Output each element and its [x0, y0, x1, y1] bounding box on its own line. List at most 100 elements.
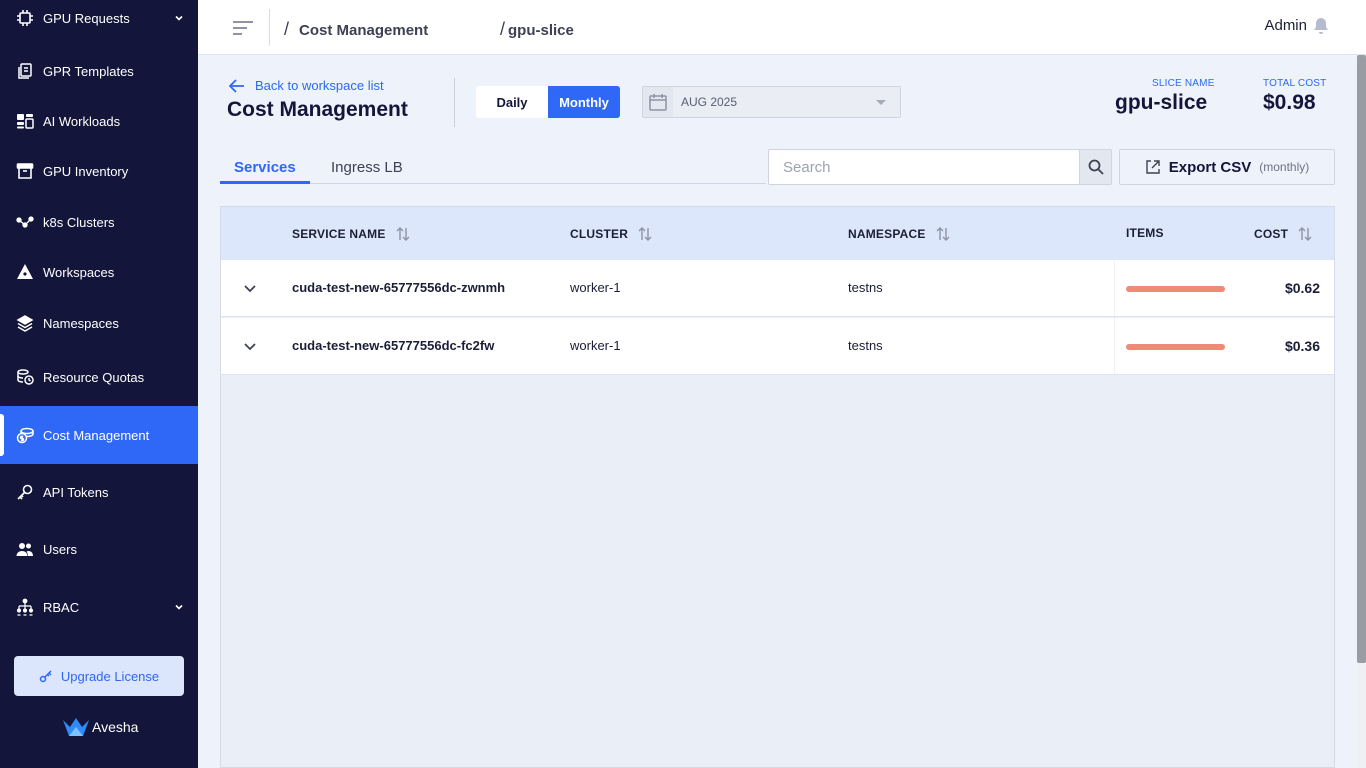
column-header-cost[interactable]: COST [1254, 226, 1312, 242]
sidebar-item-rbac[interactable]: RBAC [0, 585, 198, 629]
sidebar-item-label: RBAC [43, 599, 80, 615]
sidebar-item-label: GPR Templates [43, 63, 134, 79]
calendar-icon [643, 87, 673, 117]
sidebar-item-gpr-templates[interactable]: GPR Templates [0, 49, 198, 93]
sidebar-item-users[interactable]: Users [0, 527, 198, 571]
back-to-workspace-link[interactable]: Back to workspace list [229, 78, 384, 93]
templates-icon [16, 62, 34, 80]
tab-services[interactable]: Services [234, 159, 296, 176]
sidebar-item-k8s-clusters[interactable]: k8s Clusters [0, 200, 198, 244]
chevron-down-icon[interactable] [242, 280, 258, 296]
sort-icon[interactable] [638, 226, 652, 242]
layers-icon [16, 314, 34, 332]
bell-icon[interactable] [1311, 16, 1331, 36]
table-row[interactable]: cuda-test-new-65777556dc-fc2fw worker-1 … [221, 318, 1334, 375]
sidebar-item-cost-management[interactable]: Cost Management [0, 406, 198, 464]
month-picker[interactable]: AUG 2025 [642, 86, 901, 118]
total-cost-value: $0.98 [1263, 91, 1316, 114]
cost-cell: $0.62 [1284, 280, 1320, 296]
column-label: CLUSTER [570, 227, 629, 241]
quota-icon [16, 368, 34, 386]
column-label: COST [1254, 227, 1289, 241]
user-name[interactable]: Admin [1264, 17, 1307, 34]
sidebar-item-label: k8s Clusters [43, 214, 115, 230]
chevron-down-icon [175, 15, 183, 21]
back-link-label: Back to workspace list [255, 78, 384, 93]
menu-icon[interactable] [232, 18, 254, 38]
table-row[interactable]: cuda-test-new-65777556dc-zwnmh worker-1 … [221, 260, 1334, 317]
sidebar-item-label: Namespaces [43, 315, 119, 331]
sidebar-item-resource-quotas[interactable]: Resource Quotas [0, 355, 198, 399]
sidebar-item-label: Cost Management [43, 427, 150, 443]
workloads-icon [16, 112, 34, 130]
search-box [768, 149, 1112, 185]
dropdown-caret-icon [876, 100, 886, 105]
breadcrumb-cost-management[interactable]: / Cost Management [284, 19, 428, 40]
monthly-toggle-button[interactable]: Monthly [548, 86, 620, 118]
daily-toggle-button[interactable]: Daily [476, 86, 548, 118]
search-button[interactable] [1079, 150, 1111, 184]
column-header-namespace[interactable]: NAMESPACE [848, 226, 950, 242]
rbac-icon [16, 598, 34, 616]
breadcrumb-label: Cost Management [299, 22, 429, 39]
column-label: NAMESPACE [848, 227, 926, 241]
brand-logo: Avesha [62, 716, 138, 738]
column-label: SERVICE NAME [292, 227, 386, 241]
cell-divider [1114, 318, 1115, 374]
workspaces-icon [16, 263, 34, 281]
column-header-service-name[interactable]: SERVICE NAME [292, 226, 410, 242]
services-table: SERVICE NAME CLUSTER NAMESPACE ITEMS COS… [220, 206, 1335, 768]
table-header: SERVICE NAME CLUSTER NAMESPACE ITEMS COS… [221, 207, 1334, 260]
search-input[interactable] [769, 150, 1080, 184]
items-bar [1126, 286, 1225, 292]
column-header-cluster[interactable]: CLUSTER [570, 226, 652, 242]
chevron-down-icon[interactable] [242, 338, 258, 354]
sidebar-item-label: Users [43, 541, 77, 557]
slice-name-label: SLICE NAME [1152, 78, 1215, 89]
column-label: ITEMS [1126, 226, 1164, 240]
namespace-cell: testns [848, 338, 883, 353]
inventory-icon [16, 162, 34, 180]
sort-icon[interactable] [936, 226, 950, 242]
namespace-cell: testns [848, 280, 883, 295]
breadcrumb-gpu-slice[interactable]: / gpu-slice [500, 19, 574, 40]
service-name-cell: cuda-test-new-65777556dc-zwnmh [292, 280, 506, 295]
sidebar-item-gpu-inventory[interactable]: GPU Inventory [0, 149, 198, 193]
brand-name: Avesha [92, 719, 139, 735]
export-label: Export CSV [1168, 158, 1252, 176]
sidebar-item-ai-workloads[interactable]: AI Workloads [0, 99, 198, 143]
sidebar-item-label: API Tokens [43, 484, 109, 500]
items-bar [1126, 344, 1225, 350]
chevron-down-icon [175, 604, 183, 610]
tab-ingress-lb[interactable]: Ingress LB [331, 159, 403, 176]
arrow-left-icon [229, 78, 244, 93]
sort-icon[interactable] [396, 226, 410, 242]
cluster-cell: worker-1 [570, 280, 621, 295]
sidebar-item-workspaces[interactable]: Workspaces [0, 250, 198, 294]
sidebar-item-api-tokens[interactable]: API Tokens [0, 470, 198, 514]
cost-icon [16, 426, 34, 444]
sidebar-item-label: Resource Quotas [43, 369, 145, 385]
header-divider [269, 9, 270, 46]
breadcrumb-label: gpu-slice [508, 22, 574, 39]
sidebar-item-label: GPU Requests [43, 10, 130, 26]
month-picker-value: AUG 2025 [673, 87, 900, 117]
service-name-cell: cuda-test-new-65777556dc-fc2fw [292, 338, 495, 353]
active-tab-indicator [220, 181, 310, 184]
chip-icon [16, 9, 34, 27]
export-csv-button[interactable]: Export CSV (monthly) [1119, 149, 1335, 185]
period-toggle: Daily Monthly [476, 86, 620, 118]
scrollbar[interactable] [1357, 55, 1366, 663]
sidebar-item-gpu-requests[interactable]: GPU Requests [0, 0, 198, 40]
header-separator [454, 78, 455, 127]
upgrade-license-button[interactable]: Upgrade License [14, 656, 184, 696]
slice-name-value: gpu-slice [1115, 91, 1208, 114]
sort-icon[interactable] [1298, 226, 1312, 242]
sidebar-item-namespaces[interactable]: Namespaces [0, 301, 198, 345]
export-icon [1146, 160, 1160, 174]
cost-cell: $0.36 [1284, 338, 1320, 354]
upgrade-license-label: Upgrade License [60, 668, 160, 684]
top-bar: / Cost Management / gpu-slice Admin [198, 0, 1366, 55]
sidebar-item-label: Workspaces [43, 264, 115, 280]
cell-divider [1114, 260, 1115, 316]
